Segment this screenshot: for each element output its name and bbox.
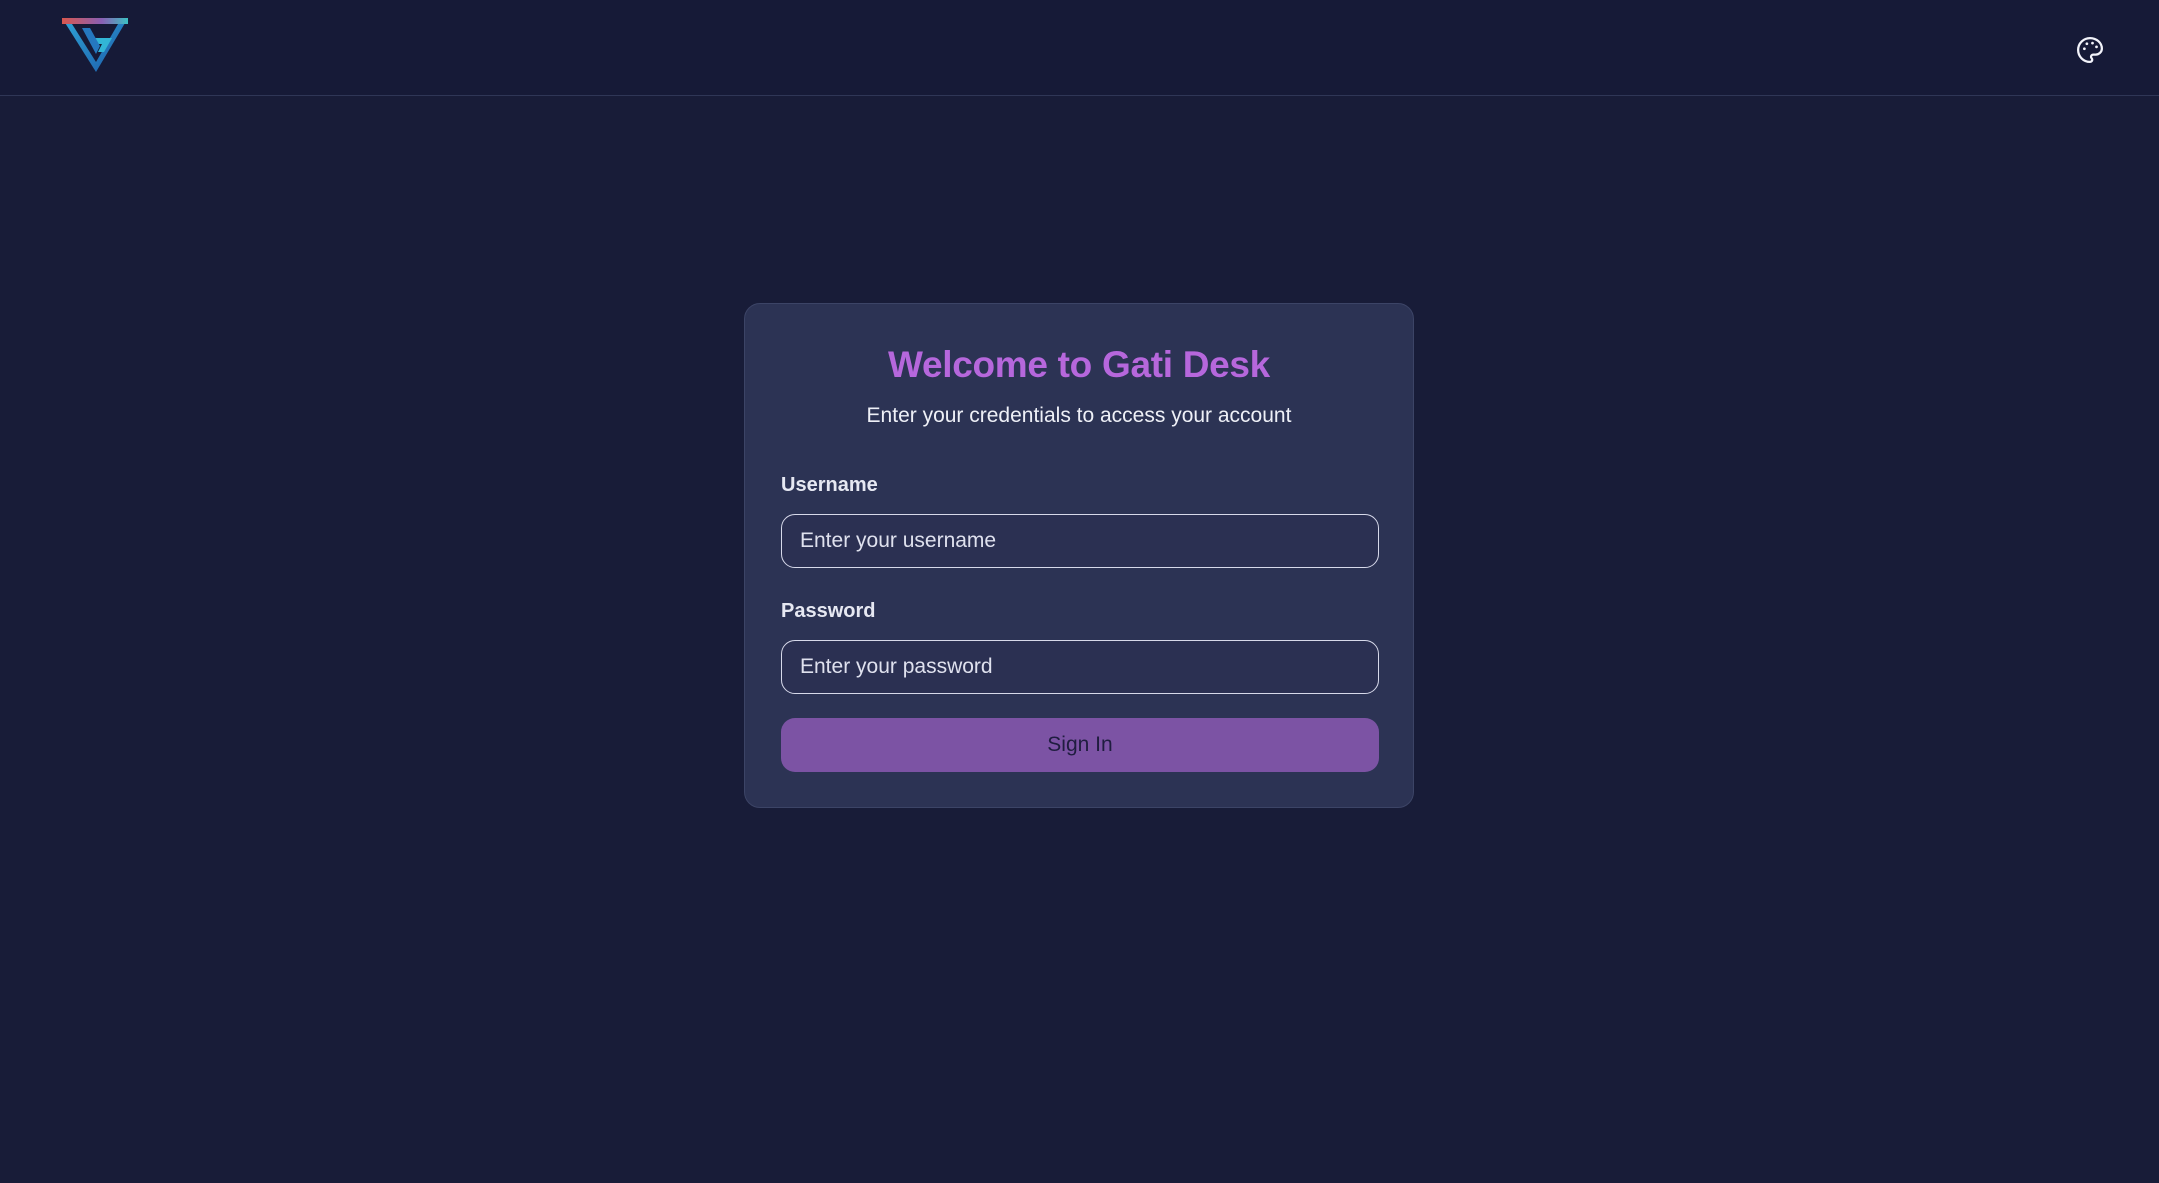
- login-subtitle: Enter your credentials to access your ac…: [866, 404, 1292, 427]
- username-label: Username: [781, 474, 878, 496]
- username-input[interactable]: [781, 514, 1379, 568]
- top-navbar: [0, 0, 2159, 96]
- login-card: Welcome to Gati Desk Enter your credenti…: [744, 303, 1414, 808]
- password-label: Password: [781, 600, 876, 622]
- sign-in-button[interactable]: Sign In: [781, 718, 1379, 772]
- palette-icon: [2077, 37, 2103, 63]
- gati-logo-icon[interactable]: [60, 16, 130, 74]
- theme-toggle-button[interactable]: [2072, 32, 2108, 68]
- password-input[interactable]: [781, 640, 1379, 694]
- login-title: Welcome to Gati Desk: [888, 344, 1270, 385]
